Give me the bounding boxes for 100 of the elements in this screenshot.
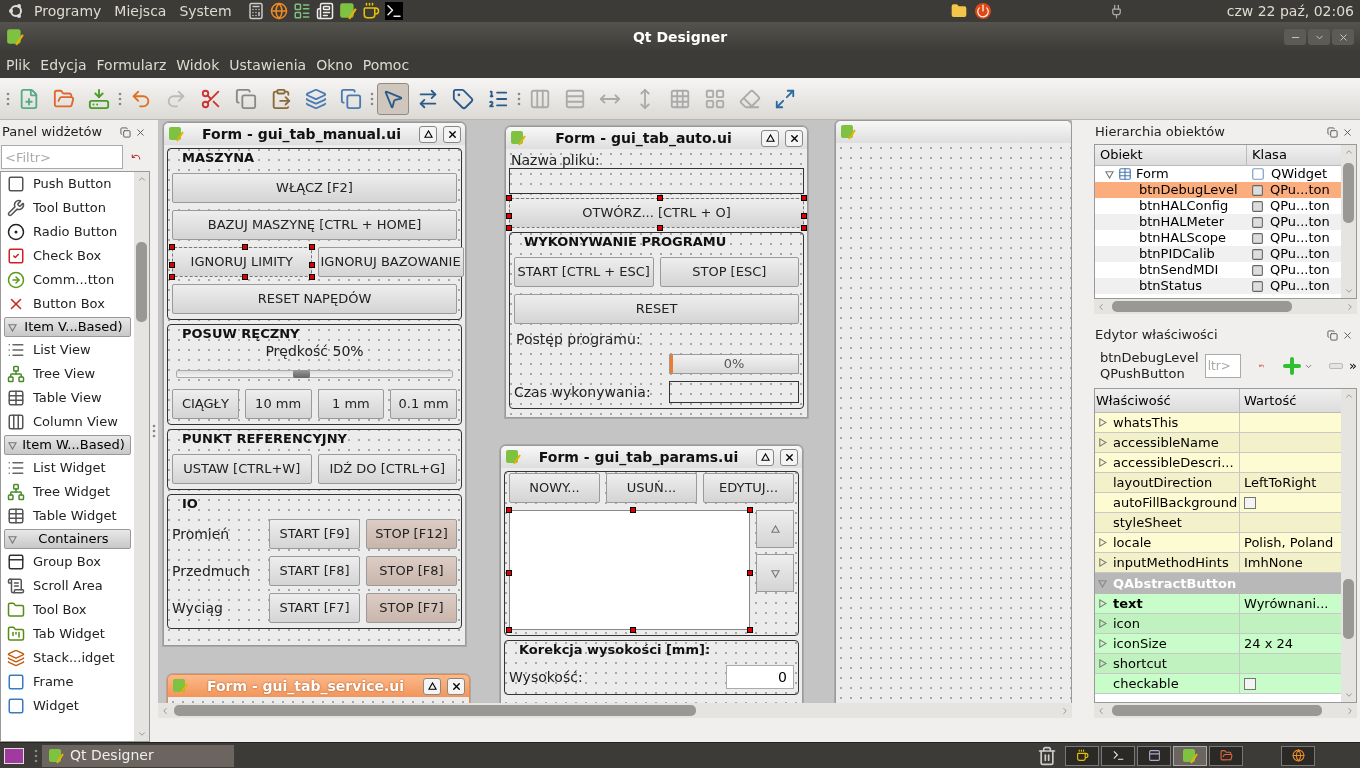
column-header[interactable]: Właściwość (1095, 389, 1240, 412)
expand-arrow-icon[interactable] (8, 440, 17, 450)
form-button[interactable]: START [F9] (269, 519, 360, 549)
filter-field[interactable]: ltr> (1204, 354, 1241, 378)
checkbox[interactable] (1244, 496, 1256, 509)
expand-arrow-icon[interactable] (1098, 619, 1107, 628)
property-row[interactable]: inputMethodHints ImhNone (1095, 553, 1341, 573)
globe-icon[interactable] (269, 2, 288, 20)
vertical-scrollbar[interactable] (1341, 389, 1356, 702)
close-button[interactable] (443, 125, 461, 143)
workspace-button[interactable] (1173, 745, 1207, 766)
expand-arrow-icon[interactable] (1098, 538, 1107, 547)
shade-button[interactable] (761, 129, 779, 147)
form-button[interactable]: STOP [F8] (366, 556, 457, 586)
resize-handle[interactable] (506, 627, 512, 633)
close-button[interactable] (785, 129, 803, 147)
vertical-scrollbar[interactable] (1341, 145, 1356, 298)
menu-item[interactable]: Formularz (91, 54, 172, 76)
spreadsheet-icon[interactable] (292, 2, 311, 20)
panel-menu[interactable]: Programy (34, 1, 102, 21)
pointer-tool-button[interactable] (377, 82, 409, 115)
tree-row[interactable]: btnDebugLevel QPu...ton (1095, 182, 1341, 198)
category-header[interactable]: Containers (4, 529, 131, 549)
float-icon[interactable] (120, 126, 131, 138)
widget-list-item[interactable]: Comm...tton (1, 268, 134, 292)
scrollbar-thumb[interactable] (1112, 301, 1292, 312)
taskbar-button[interactable]: Qt Designer (42, 744, 234, 767)
workspace-button[interactable] (1137, 745, 1171, 766)
widget-list-item[interactable]: Tab Widget (1, 622, 134, 646)
checkbox[interactable] (1244, 677, 1256, 690)
text-field[interactable] (509, 168, 804, 194)
panel-grip[interactable] (34, 747, 38, 764)
form-button[interactable]: OTWÓRZ... [CTRL + O] (509, 198, 804, 228)
form-button[interactable]: START [F8] (269, 556, 360, 586)
form-button[interactable]: NOWY... (509, 473, 600, 503)
clock[interactable]: czw 22 paź, 02:06 (1226, 0, 1354, 22)
up-triangle-icon[interactable] (423, 129, 433, 139)
dots-ring-icon[interactable] (8, 3, 24, 19)
add-property-button[interactable] (1280, 354, 1314, 378)
expand-arrow-icon[interactable] (8, 534, 17, 544)
slider-track[interactable] (176, 370, 453, 378)
move-down-button[interactable] (756, 554, 794, 592)
horizontal-scrollbar[interactable] (1094, 703, 1357, 718)
property-row[interactable]: locale Polish, Poland (1095, 533, 1341, 553)
form-button[interactable]: IDŹ DO [CTRL+G] (317, 454, 457, 484)
expand-arrow-icon[interactable] (1098, 659, 1107, 668)
form-button[interactable]: 10 mm (244, 389, 312, 419)
resize-handle[interactable] (656, 195, 663, 201)
workspace-button[interactable] (1101, 745, 1135, 766)
property-row[interactable]: text Wyrównani... (1095, 594, 1341, 614)
folder-icon[interactable] (950, 3, 967, 19)
resize-handle[interactable] (241, 244, 248, 250)
slider-thumb[interactable] (293, 370, 311, 378)
widget-list-item[interactable]: Scroll Area (1, 574, 134, 598)
form-button[interactable]: RESET NAPĘDÓW (172, 284, 457, 314)
menu-item[interactable]: Ustawienia (224, 54, 312, 76)
menu-item[interactable]: Edycja (35, 54, 92, 76)
widget-list-item[interactable]: Group Box (1, 550, 134, 574)
property-row[interactable]: layoutDirection LeftToRight (1095, 473, 1341, 493)
splitter-handle[interactable] (152, 423, 156, 439)
form-button[interactable]: RESET (514, 294, 799, 324)
workspace-button[interactable] (1281, 745, 1315, 766)
expand-arrow-icon[interactable] (1098, 639, 1107, 648)
property-row[interactable]: icon (1095, 614, 1341, 634)
form-button[interactable]: 0.1 mm (390, 389, 457, 419)
widget-list-item[interactable]: Widget (1, 694, 134, 718)
column-header[interactable]: Wartość (1240, 389, 1341, 412)
toolbar-grip[interactable] (517, 90, 521, 107)
power-icon[interactable] (974, 3, 991, 19)
form-button[interactable]: STOP [ESC] (659, 257, 799, 287)
shade-button[interactable] (419, 125, 437, 143)
resize-handle[interactable] (308, 244, 315, 250)
up-triangle-icon[interactable] (765, 133, 775, 143)
category-header[interactable]: Item W...Based) (4, 435, 131, 455)
form-button[interactable]: BAZUJ MASZYNĘ [CTRL + HOME] (172, 210, 457, 240)
close-icon[interactable] (1342, 329, 1353, 341)
resize-handle[interactable] (747, 507, 753, 513)
form-button[interactable]: START [CTRL + ESC] (514, 257, 654, 287)
close-icon[interactable] (135, 126, 146, 138)
property-row[interactable]: autoFillBackground (1095, 493, 1341, 513)
widget-list-item[interactable]: Tool Button (1, 196, 134, 220)
scrollbar-thumb[interactable] (1343, 163, 1354, 223)
scrollbar-thumb[interactable] (1343, 579, 1354, 639)
resize-handle[interactable] (747, 570, 753, 576)
show-desktop-icon[interactable] (4, 747, 24, 764)
resize-handle[interactable] (241, 274, 248, 280)
float-icon[interactable] (1327, 126, 1338, 138)
close-button[interactable] (447, 677, 465, 695)
menu-item[interactable]: Widok (171, 54, 225, 76)
widget-list-item[interactable]: Button Box (1, 292, 134, 316)
menu-item[interactable]: Plik (1, 54, 36, 76)
form-button[interactable]: CIĄGŁY (172, 389, 239, 419)
widget-list-item[interactable]: Frame (1, 670, 134, 694)
column-header[interactable]: Obiekt (1095, 145, 1247, 165)
clear-filter-icon[interactable] (131, 152, 141, 162)
toolbar-grip[interactable] (370, 90, 374, 107)
close-button[interactable] (780, 448, 798, 466)
category-header[interactable]: Item V...Based) (4, 317, 131, 337)
form-button[interactable]: START [F7] (269, 593, 360, 623)
form-button[interactable]: WŁĄCZ [F2] (172, 173, 457, 203)
